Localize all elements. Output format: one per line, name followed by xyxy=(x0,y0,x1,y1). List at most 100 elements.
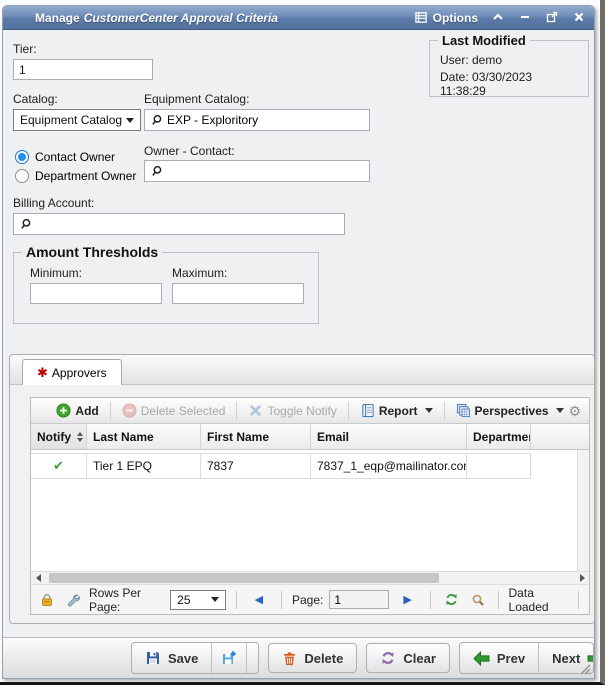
chevron-down-icon xyxy=(126,118,134,123)
options-label: Options xyxy=(433,11,478,25)
save-and-close-button[interactable] xyxy=(246,643,259,673)
billing-account-label: Billing Account: xyxy=(13,196,94,210)
page-input[interactable] xyxy=(329,590,389,609)
search-icon[interactable] xyxy=(150,165,163,178)
collapse-icon[interactable] xyxy=(492,11,505,24)
lock-icon[interactable] xyxy=(37,593,57,607)
report-button[interactable]: Report xyxy=(353,403,440,418)
radio-selected-icon xyxy=(15,150,29,164)
save-button[interactable]: Save xyxy=(132,643,211,673)
add-button[interactable]: Add xyxy=(49,403,105,418)
catalog-label: Catalog: xyxy=(13,92,58,106)
popout-icon[interactable] xyxy=(546,11,559,24)
department-owner-radio[interactable]: Department Owner xyxy=(15,169,136,183)
minimize-icon[interactable] xyxy=(519,11,532,24)
last-modified-fieldset: Last Modified User: demo Date: 03/30/202… xyxy=(429,33,589,97)
delete-button[interactable]: Delete xyxy=(268,643,357,673)
window-title: CustomerCenter Approval Criteria xyxy=(84,11,278,25)
column-header-notify[interactable]: Notify xyxy=(31,424,87,449)
options-button[interactable]: Options xyxy=(415,11,478,25)
prev-page-icon[interactable]: ◀ xyxy=(247,593,271,606)
clear-icon xyxy=(380,650,396,666)
gear-icon[interactable]: ⚙ xyxy=(568,404,581,418)
radio-unselected-icon xyxy=(15,169,29,183)
minimum-label: Minimum: xyxy=(30,266,82,280)
search-icon[interactable] xyxy=(150,114,163,127)
tabstrip: ✱ Approvers xyxy=(10,355,594,385)
save-button-group: Save xyxy=(131,642,259,674)
resize-grip[interactable] xyxy=(578,662,591,675)
tab-approvers[interactable]: ✱ Approvers xyxy=(22,359,122,385)
horizontal-scrollbar[interactable] xyxy=(31,571,589,585)
chevron-down-icon xyxy=(425,408,433,413)
table-row[interactable]: ✔ Tier 1 EPQ 7837 7837_1_eqp@mailinator.… xyxy=(31,453,531,479)
amount-thresholds-legend: Amount Thresholds xyxy=(22,244,162,260)
vertical-scrollbar[interactable] xyxy=(577,450,589,571)
next-page-icon[interactable]: ▶ xyxy=(395,593,419,606)
wrench-icon[interactable] xyxy=(63,593,83,607)
scroll-right-icon[interactable] xyxy=(575,572,589,584)
tab-approvers-label: Approvers xyxy=(52,366,107,380)
catalog-select-value: Equipment Catalog xyxy=(20,113,122,127)
tier-input[interactable] xyxy=(13,59,153,80)
department-owner-label: Department Owner xyxy=(35,169,136,183)
close-icon[interactable] xyxy=(573,11,586,24)
add-icon xyxy=(56,403,71,418)
approvers-grid: Add Delete Selected Toggle Notify Report xyxy=(30,397,590,615)
approvers-panel: ✱ Approvers Add Delete Selected To xyxy=(9,354,595,624)
cell-last-name: Tier 1 EPQ xyxy=(87,454,201,478)
owner-contact-field xyxy=(144,160,370,182)
equipment-catalog-label: Equipment Catalog: xyxy=(144,92,249,106)
column-header-department[interactable]: Department xyxy=(467,424,531,449)
catalog-select[interactable]: Equipment Catalog xyxy=(13,109,141,131)
toggle-notify-icon xyxy=(248,403,263,418)
maximum-label: Maximum: xyxy=(172,266,227,280)
dialog-window: Manage CustomerCenter Approval Criteria … xyxy=(2,5,595,679)
equipment-catalog-input[interactable] xyxy=(163,111,369,129)
last-modified-user: User: demo xyxy=(440,53,580,67)
delete-selected-button[interactable]: Delete Selected xyxy=(115,403,233,418)
chevron-down-icon xyxy=(211,597,219,602)
save-and-new-button[interactable] xyxy=(211,643,246,673)
last-modified-legend: Last Modified xyxy=(438,33,530,48)
notify-check-icon: ✔ xyxy=(53,458,64,474)
scroll-left-icon[interactable] xyxy=(31,572,45,584)
contact-owner-label: Contact Owner xyxy=(35,150,115,164)
maximum-input[interactable] xyxy=(172,283,304,304)
perspectives-button[interactable]: Perspectives xyxy=(449,403,571,418)
equipment-catalog-field xyxy=(144,109,370,131)
save-delete-icon xyxy=(256,650,259,666)
contact-owner-radio[interactable]: Contact Owner xyxy=(15,150,115,164)
owner-contact-input[interactable] xyxy=(163,162,369,180)
billing-account-field xyxy=(13,213,345,235)
refresh-icon[interactable] xyxy=(441,592,462,607)
prev-next-button-group: Prev Next xyxy=(459,642,594,674)
toggle-notify-button[interactable]: Toggle Notify xyxy=(241,403,343,418)
cell-department xyxy=(467,454,531,478)
arrow-left-icon xyxy=(473,651,490,666)
grid-pager: Rows Per Page: 25 ◀ Page: ▶ xyxy=(31,585,589,614)
prev-button[interactable]: Prev xyxy=(460,643,538,673)
search-icon[interactable] xyxy=(19,218,32,231)
save-icon xyxy=(145,650,161,666)
trash-icon xyxy=(282,651,297,666)
column-header-email[interactable]: Email xyxy=(311,424,467,449)
save-add-icon xyxy=(221,650,237,666)
rows-per-page-select[interactable]: 25 xyxy=(170,590,226,610)
column-header-filler xyxy=(531,424,589,449)
column-header-last-name[interactable]: Last Name xyxy=(87,424,201,449)
scrollbar-thumb[interactable] xyxy=(49,573,439,583)
grid-toolbar: Add Delete Selected Toggle Notify Report xyxy=(31,398,589,424)
titlebar[interactable]: Manage CustomerCenter Approval Criteria … xyxy=(3,6,594,30)
billing-account-input[interactable] xyxy=(32,215,344,233)
page-label: Page: xyxy=(292,593,323,607)
minimum-input[interactable] xyxy=(30,283,162,304)
search-icon[interactable] xyxy=(468,593,488,607)
grid-body: ✔ Tier 1 EPQ 7837 7837_1_eqp@mailinator.… xyxy=(31,450,589,571)
column-header-first-name[interactable]: First Name xyxy=(201,424,311,449)
grid-header: Notify Last Name First Name Email Depart… xyxy=(31,424,589,450)
chevron-down-icon xyxy=(556,408,564,413)
owner-contact-label: Owner - Contact: xyxy=(144,144,235,158)
clear-button[interactable]: Clear xyxy=(366,643,450,673)
rows-per-page-label: Rows Per Page: xyxy=(89,586,164,614)
